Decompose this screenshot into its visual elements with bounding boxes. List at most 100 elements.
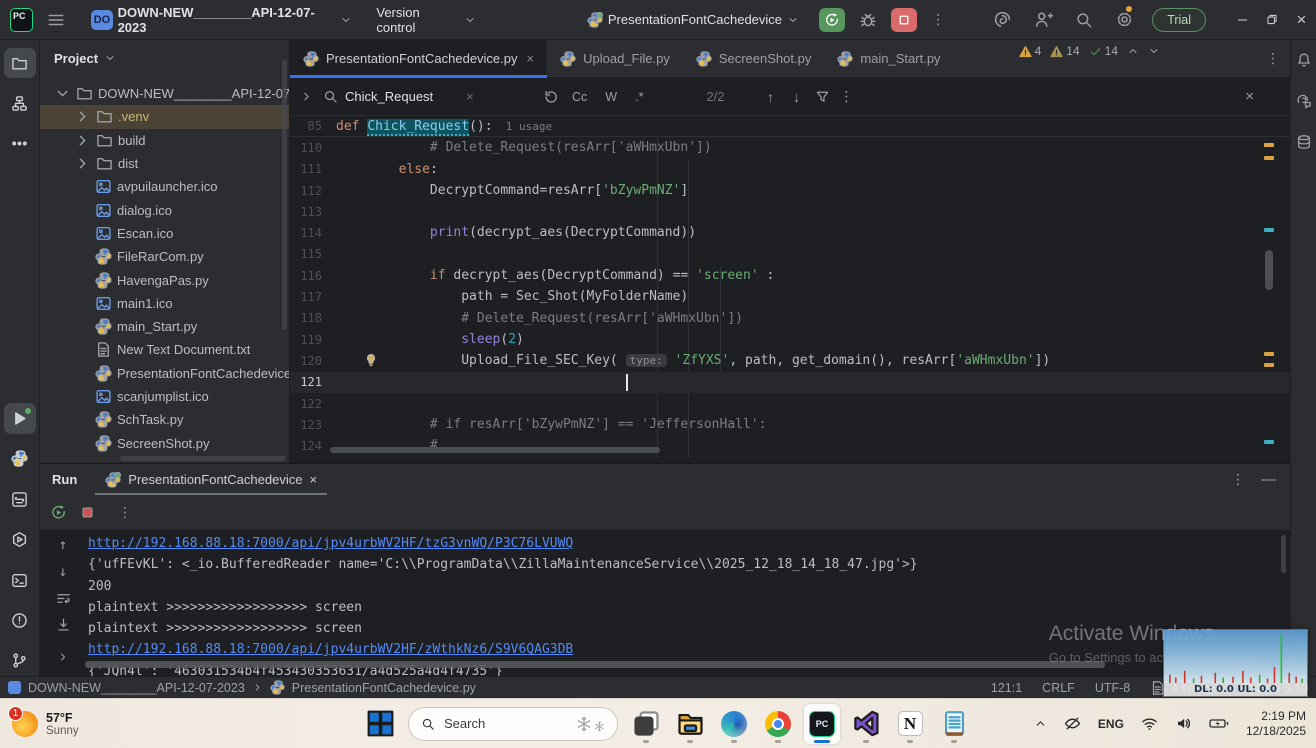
tree-item-main-start-py[interactable]: main_Start.py	[40, 315, 289, 338]
restore-button[interactable]	[1257, 13, 1287, 26]
up-stack-trace-icon[interactable]: ↑	[59, 537, 67, 553]
editor-vertical-scrollbar[interactable]	[1265, 250, 1273, 290]
stop-icon[interactable]	[81, 506, 94, 519]
tree-item-scanjumplist-ico[interactable]: scanjumplist.ico	[40, 385, 289, 408]
intention-bulb-icon[interactable]	[364, 353, 378, 367]
toggle-cc[interactable]: Cc	[569, 88, 590, 106]
taskbar-app-file-explorer[interactable]	[672, 704, 708, 744]
toggle-w[interactable]: W	[602, 88, 620, 106]
tool-terminal-button[interactable]	[4, 565, 36, 595]
code-line-121[interactable]: 121	[290, 371, 1290, 393]
tool-problems-button[interactable]	[4, 605, 36, 635]
code-line-111[interactable]: 111 else:	[290, 159, 1290, 180]
tool-database-button[interactable]	[1296, 134, 1312, 153]
console-link[interactable]: http://192.168.88.18:7000/api/jpv4urbWV2…	[88, 533, 1270, 554]
tree-item-avpuilauncher-ico[interactable]: avpuilauncher.ico	[40, 175, 289, 198]
onedrive-paused-icon[interactable]	[1064, 715, 1081, 732]
tool-ai-assistant-button[interactable]	[1296, 93, 1312, 112]
close-button[interactable]: ×	[1287, 10, 1316, 30]
taskbar-app-chrome-browser[interactable]	[760, 704, 796, 744]
volume-icon[interactable]	[1175, 715, 1192, 732]
code-line-112[interactable]: 112 DecryptCommand=resArr['bZywPmNZ']	[290, 180, 1290, 201]
battery-icon[interactable]	[1209, 715, 1229, 732]
tool-notifications-button[interactable]	[1296, 52, 1312, 71]
search-everywhere-icon[interactable]	[1075, 11, 1093, 29]
tool-more-tool-windows-button[interactable]	[4, 129, 36, 159]
search-history-icon[interactable]	[543, 89, 559, 105]
vcs-widget[interactable]: Version control	[368, 5, 484, 35]
tree-item-venv[interactable]: .venv	[40, 105, 289, 129]
search-input[interactable]: Chick_Request ×	[323, 89, 533, 104]
run-button[interactable]	[819, 7, 846, 32]
run-tab[interactable]: PresentationFontCachedevice ×	[95, 464, 327, 495]
code-line-85[interactable]: 85 def Chick_Request(): 1 usage	[290, 116, 1290, 138]
tool-project-button[interactable]	[3, 48, 36, 79]
tree-item-escan-ico[interactable]: Escan.ico	[40, 222, 289, 245]
taskbar-app-notepad[interactable]	[936, 704, 972, 744]
tree-item-main1-ico[interactable]: main1.ico	[40, 292, 289, 315]
taskbar-app-task-view[interactable]	[628, 704, 664, 744]
minimize-button[interactable]: –	[1228, 11, 1257, 29]
tab-options-icon[interactable]: ⋮	[1266, 50, 1280, 67]
next-match-icon[interactable]: ↓	[789, 89, 805, 105]
settings-gear-icon[interactable]	[1115, 10, 1134, 29]
hidden-icons-chevron[interactable]	[1034, 717, 1047, 730]
close-find-icon[interactable]: ×	[1245, 88, 1254, 105]
sticky-line[interactable]: 85 def Chick_Request(): 1 usage	[290, 116, 1290, 138]
project-vertical-scrollbar[interactable]	[282, 60, 287, 330]
editor-horizontal-scrollbar[interactable]	[330, 447, 660, 453]
tree-item-new-text-document-txt[interactable]: New Text Document.txt	[40, 338, 289, 361]
language-indicator[interactable]: ENG	[1098, 717, 1124, 731]
collapse-find-icon[interactable]	[300, 90, 313, 103]
tab-presentationfontcachedevice-py[interactable]: PresentationFontCachedevice.py ×	[290, 40, 548, 78]
tool-version-control-button[interactable]	[4, 646, 36, 676]
tree-item-schtask-py[interactable]: SchTask.py	[40, 408, 289, 431]
previous-match-icon[interactable]: ↑	[763, 89, 779, 105]
next-problem-icon[interactable]	[1148, 45, 1160, 57]
tree-item-filerarcom-py[interactable]: FileRarCom.py	[40, 245, 289, 268]
tree-item-down-new-api-12-07-2023[interactable]: DOWN-NEW________API-12-07-2023	[40, 82, 289, 105]
tree-item-secreenshot-py[interactable]: SecreenShot.py	[40, 431, 289, 454]
run-options-icon[interactable]: ⋮	[1231, 471, 1245, 488]
breadcrumb-project[interactable]: DOWN-NEW________API-12-07-2023	[28, 681, 245, 695]
code-line-117[interactable]: 117 path = Sec_Shot(MyFolderName)	[290, 286, 1290, 307]
console-vertical-scrollbar[interactable]	[1281, 535, 1286, 573]
code-line-114[interactable]: 114 print(decrypt_aes(DecryptCommand))	[290, 222, 1290, 243]
tab-main-start-py[interactable]: main_Start.py	[824, 40, 953, 77]
chevron-down-icon[interactable]	[54, 85, 71, 102]
wifi-icon[interactable]	[1141, 715, 1158, 732]
chevron-right-icon[interactable]	[74, 155, 91, 172]
code-editor[interactable]: 85 def Chick_Request(): 1 usage 110 # Del…	[290, 116, 1290, 463]
project-switcher[interactable]: DO DOWN-NEW________API-12-07-2023	[83, 5, 360, 35]
tool-python-console-button[interactable]	[4, 484, 36, 514]
inspections-widget[interactable]: 4 14 14	[1018, 44, 1160, 58]
filter-icon[interactable]	[815, 89, 830, 104]
rerun-icon[interactable]	[50, 504, 67, 521]
ai-assistant-icon[interactable]	[993, 10, 1012, 29]
console-more-icon[interactable]: ⋮	[118, 504, 132, 521]
clock[interactable]: 2:19 PM 12/18/2025	[1246, 709, 1306, 739]
down-stack-trace-icon[interactable]: ↓	[59, 564, 67, 580]
taskbar-app-pycharm[interactable]: PC	[804, 703, 840, 744]
code-line-113[interactable]: 113	[290, 201, 1290, 222]
trial-button[interactable]: Trial	[1152, 7, 1207, 32]
code-line-115[interactable]: 115	[290, 244, 1290, 265]
tool-python-packages-button[interactable]	[4, 444, 36, 474]
chevron-right-icon[interactable]	[74, 108, 91, 125]
inspection-typos[interactable]: 14	[1089, 44, 1118, 58]
status-121-1[interactable]: 121:1	[991, 681, 1022, 695]
tab-upload-file-py[interactable]: Upload_File.py	[547, 40, 683, 77]
taskbar-app-visual-studio[interactable]	[848, 704, 884, 744]
taskbar-app-n-app[interactable]: N	[892, 704, 928, 744]
inspection-warning[interactable]: 4	[1018, 44, 1041, 58]
code-line-123[interactable]: 123 # if resArr['bZywPmNZ'] == 'Jefferso…	[290, 414, 1290, 435]
code-line-116[interactable]: 116 if decrypt_aes(DecryptCommand) == 's…	[290, 265, 1290, 286]
code-line-119[interactable]: 119 sleep(2)	[290, 329, 1290, 350]
tree-item-build[interactable]: build	[40, 129, 289, 152]
main-menu-icon[interactable]	[47, 11, 65, 29]
code-line-120[interactable]: 120 Upload_File_SEC_Key( type: 'ZfYXS', …	[290, 350, 1290, 371]
start-button[interactable]	[362, 704, 398, 744]
tab-secreenshot-py[interactable]: SecreenShot.py	[683, 40, 825, 77]
tree-item-dialog-ico[interactable]: dialog.ico	[40, 198, 289, 221]
tool-structure-button[interactable]	[4, 88, 36, 118]
